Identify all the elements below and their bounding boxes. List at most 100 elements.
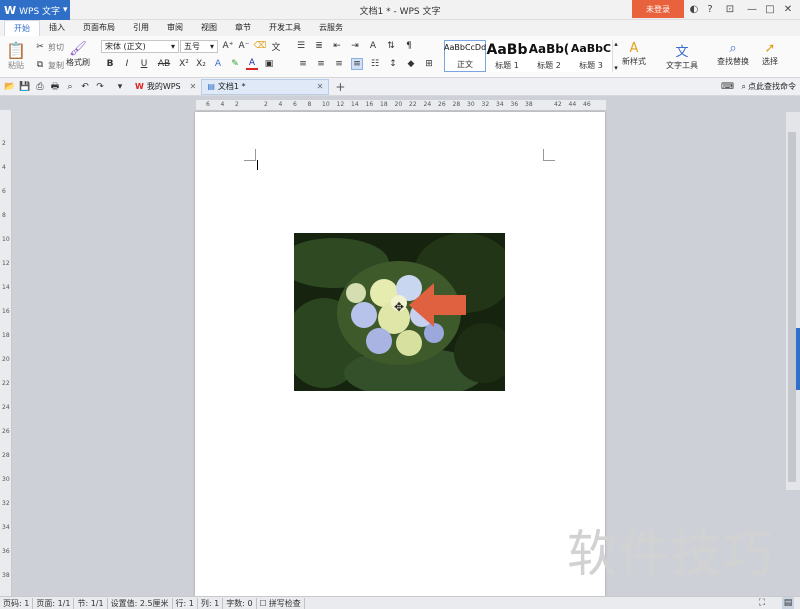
export-pdf-icon[interactable]: ⎙ xyxy=(34,81,46,93)
paragraph-row-1: ☰ ≣ ⇤ ⇥ A ⇅ ¶ xyxy=(295,40,415,52)
ruler-tick-label: 10 xyxy=(2,236,10,243)
hydrangea-photo[interactable]: ✥ xyxy=(294,233,505,391)
status-words[interactable]: 字数: 0 xyxy=(223,597,257,609)
print-preview-icon[interactable]: ⌕ xyxy=(64,81,76,93)
side-panel-handle[interactable] xyxy=(796,328,800,390)
style-heading-3[interactable]: AaBbC 标题 3 xyxy=(570,40,612,72)
chinese-layout-icon[interactable]: A xyxy=(367,40,379,52)
scrollbar-thumb[interactable] xyxy=(788,132,796,482)
sort-icon[interactable]: ⇅ xyxy=(385,40,397,52)
font-tools: A⁺ A⁻ ⌫ 文 xyxy=(222,40,282,53)
ruler-tick-label: 36 xyxy=(510,101,519,108)
wps-logo-icon: W xyxy=(135,82,144,91)
close-icon[interactable]: ✕ xyxy=(780,2,796,16)
ruler-tick-label: 34 xyxy=(496,101,504,108)
shrink-font-icon[interactable]: A⁻ xyxy=(238,40,250,52)
tab-page-layout[interactable]: 页面布局 xyxy=(74,20,124,36)
print-icon[interactable]: 🖶 xyxy=(49,81,61,93)
maximize-icon[interactable]: □ xyxy=(762,2,778,16)
ruler-tick-label: 36 xyxy=(2,548,10,555)
status-page-code[interactable]: 页码: 1 xyxy=(0,597,34,609)
styles-scroll[interactable]: ▴ ▾ xyxy=(612,40,619,72)
help-button[interactable]: ? xyxy=(702,2,718,16)
numbered-list-icon[interactable]: ≣ xyxy=(313,40,325,52)
ruler-tick-label: 26 xyxy=(2,428,10,435)
status-page[interactable]: 页面: 1/1 xyxy=(33,597,75,609)
align-justify-icon[interactable]: ≡ xyxy=(351,58,363,70)
restore-ribbon-icon[interactable]: ⊡ xyxy=(722,2,738,16)
highlight-icon[interactable]: ✎ xyxy=(229,58,241,70)
tab-my-wps[interactable]: W 我的WPS ✕ xyxy=(130,79,201,95)
font-size-select[interactable]: 五号 ▾ xyxy=(180,40,218,53)
shading-icon[interactable]: ◆ xyxy=(405,58,417,70)
tab-review[interactable]: 审阅 xyxy=(158,20,192,36)
command-search[interactable]: ⌕ 点此查找命令 xyxy=(742,81,796,92)
phonetic-icon[interactable]: 文 xyxy=(270,40,282,53)
grow-font-icon[interactable]: A⁺ xyxy=(222,40,234,52)
align-left-icon[interactable]: ≡ xyxy=(297,58,309,70)
add-tab-button[interactable]: + xyxy=(335,80,345,94)
format-painter-button[interactable]: 🖌 格式刷 xyxy=(66,41,90,68)
superscript-button[interactable]: X² xyxy=(178,58,190,70)
clear-format-icon[interactable]: ⌫ xyxy=(254,40,267,52)
skin-icon[interactable]: ◐ xyxy=(686,2,702,16)
decrease-indent-icon[interactable]: ⇤ xyxy=(331,40,343,52)
bold-button[interactable]: B xyxy=(104,58,116,70)
tab-document-1[interactable]: ▤ 文档1 * ✕ xyxy=(201,78,330,95)
text-tools-button[interactable]: 文 文字工具 xyxy=(666,41,698,71)
save-icon[interactable]: 💾 xyxy=(19,81,31,93)
select-button[interactable]: ➚ 选择 xyxy=(762,41,778,67)
style-normal[interactable]: AaBbCcDd 正文 xyxy=(444,40,486,72)
minimize-icon[interactable]: — xyxy=(744,2,760,16)
distribute-icon[interactable]: ☷ xyxy=(369,58,381,70)
ruler-tick-label: 12 xyxy=(2,260,10,267)
cut-button[interactable]: ✂ 剪切 xyxy=(34,41,64,53)
paste-button[interactable]: 📋 粘贴 xyxy=(6,41,26,71)
command-icon[interactable]: ⌨ xyxy=(721,81,734,93)
find-replace-button[interactable]: ⌕ 查找替换 xyxy=(717,41,749,67)
style-sample: AaBbCcDd xyxy=(444,43,486,52)
ruler-tick-label: 46 xyxy=(583,101,591,108)
italic-button[interactable]: I xyxy=(121,58,133,70)
style-sample: AaBbC xyxy=(570,42,612,55)
increase-indent-icon[interactable]: ⇥ xyxy=(349,40,361,52)
chevron-down-icon[interactable]: ▾ xyxy=(114,81,126,93)
undo-icon[interactable]: ↶ xyxy=(79,81,91,93)
fullscreen-icon[interactable]: ⛶ xyxy=(756,597,768,609)
style-heading-1[interactable]: AaBb 标题 1 xyxy=(486,40,528,72)
align-right-icon[interactable]: ≡ xyxy=(333,58,345,70)
tab-developer[interactable]: 开发工具 xyxy=(260,20,310,36)
font-name-select[interactable]: 宋体 (正文) ▾ xyxy=(101,40,179,53)
border-icon[interactable]: ⊞ xyxy=(423,58,435,70)
font-color-icon[interactable]: A xyxy=(246,58,258,70)
page-view-icon[interactable]: ▤ xyxy=(782,597,794,609)
tab-insert[interactable]: 插入 xyxy=(40,20,74,36)
ruler-tick-label: 44 xyxy=(568,101,577,108)
tab-references[interactable]: 引用 xyxy=(124,20,158,36)
close-icon[interactable]: ✕ xyxy=(190,82,197,91)
line-spacing-icon[interactable]: ↕ xyxy=(387,58,399,70)
tab-view[interactable]: 视图 xyxy=(192,20,226,36)
ruler-tick-label: 2 xyxy=(235,101,239,108)
bullet-list-icon[interactable]: ☰ xyxy=(295,40,307,52)
redo-icon[interactable]: ↷ xyxy=(94,81,106,93)
underline-button[interactable]: U xyxy=(138,58,150,70)
tab-cloud[interactable]: 云服务 xyxy=(310,20,352,36)
open-icon[interactable]: 📂 xyxy=(4,81,16,93)
spell-check-toggle[interactable]: ☐ 拼写检查 xyxy=(257,597,305,609)
login-button[interactable]: 未登录 xyxy=(632,0,684,18)
subscript-button[interactable]: X₂ xyxy=(195,58,207,70)
align-center-icon[interactable]: ≡ xyxy=(315,58,327,70)
ruler-tick-label: 4 xyxy=(2,164,6,171)
close-icon[interactable]: ✕ xyxy=(317,82,324,91)
tab-chapter[interactable]: 章节 xyxy=(226,20,260,36)
strikethrough-button[interactable]: AB xyxy=(155,58,173,70)
tab-home[interactable]: 开始 xyxy=(4,19,40,37)
show-marks-icon[interactable]: ¶ xyxy=(403,40,415,52)
copy-button[interactable]: ⧉ 复制 xyxy=(34,59,64,71)
char-shading-icon[interactable]: ▣ xyxy=(263,58,275,70)
new-style-button[interactable]: A 新样式 xyxy=(622,41,646,67)
status-row: 行: 1 xyxy=(173,597,198,609)
text-effect-icon[interactable]: A xyxy=(212,58,224,70)
style-heading-2[interactable]: AaBb( 标题 2 xyxy=(528,40,570,72)
